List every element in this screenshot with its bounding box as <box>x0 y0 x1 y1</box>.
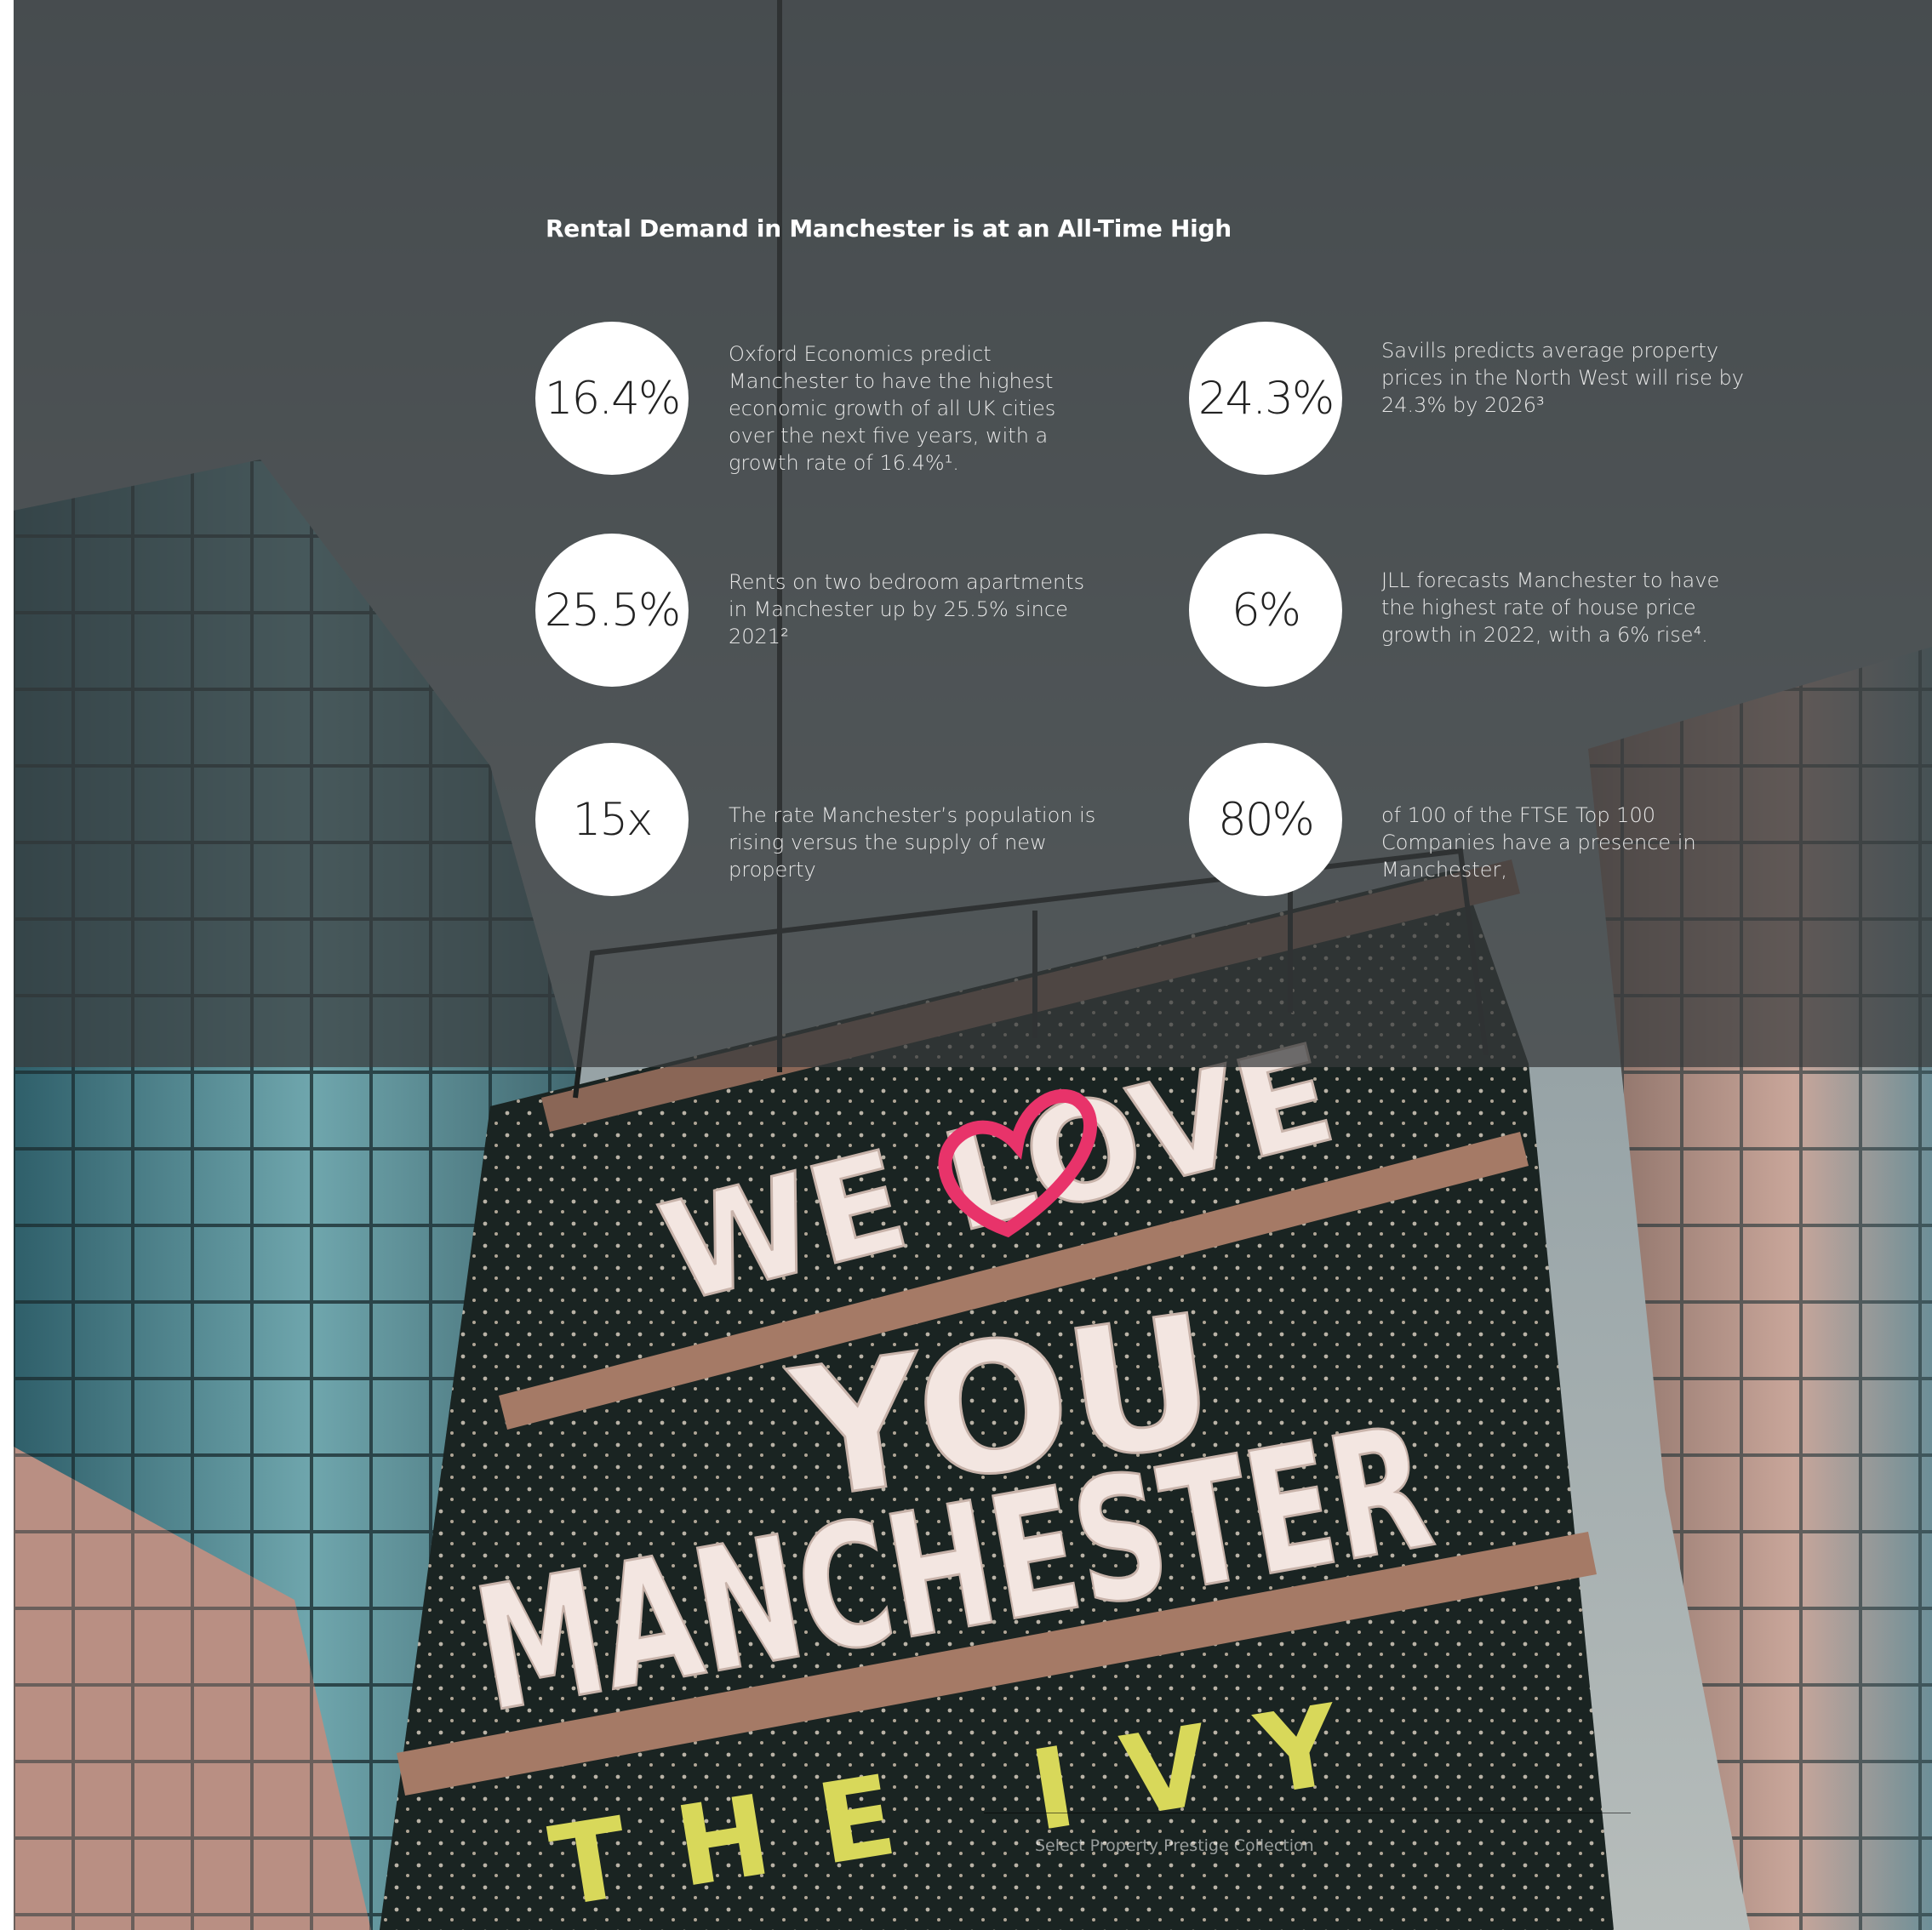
stat-text-population: The rate Manchester’s population is risi… <box>729 803 1096 882</box>
footer-caption: Select Property Prestige Collection <box>1035 1836 1314 1855</box>
stat-circle-prices: 24.3% <box>1189 322 1342 475</box>
stat-text-prices: Savills predicts average property prices… <box>1381 339 1744 417</box>
stat-text-ftse: of 100 of the FTSE Top 100 Companies hav… <box>1381 803 1696 882</box>
stat-circle-ftse: 80% <box>1189 743 1342 896</box>
stat-circle-rents: 25.5% <box>535 534 689 687</box>
brochure-page: WE LOVE YOU MANCHESTER THE IVY Rental De… <box>14 0 1932 1930</box>
stat-text-rents: Rents on two bedroom apartments in Manch… <box>729 570 1085 648</box>
dark-overlay <box>14 0 1932 1067</box>
stat-circle-growth: 16.4% <box>535 322 689 475</box>
stat-text-house-growth: JLL forecasts Manchester to have the hig… <box>1381 568 1720 647</box>
stat-circle-population: 15x <box>535 743 689 896</box>
stat-text-growth: Oxford Economics predict Manchester to h… <box>729 342 1056 475</box>
page-title: Rental Demand in Manchester is at an All… <box>546 214 1232 243</box>
stat-circle-house-growth: 6% <box>1189 534 1342 687</box>
